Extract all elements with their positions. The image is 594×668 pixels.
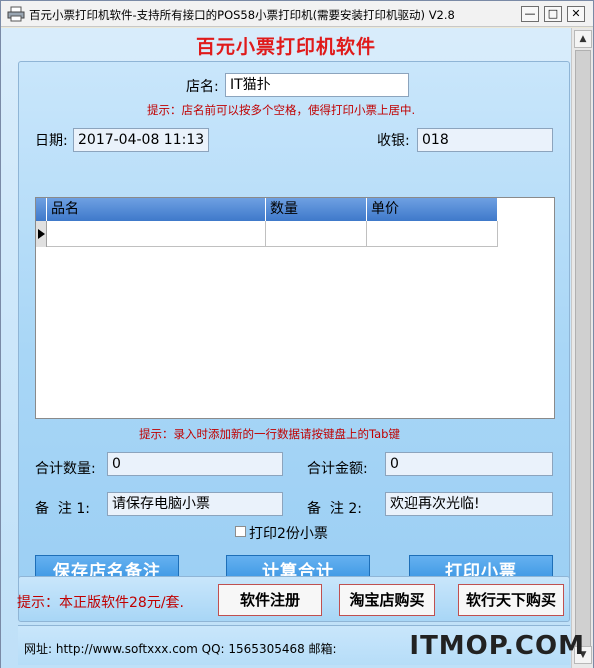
note2-label: 备 注 2:	[307, 501, 362, 517]
row-indicator	[36, 221, 47, 247]
store-name-hint: 提示：店名前可以按多个空格，使得打印小票上居中.	[147, 103, 416, 117]
note1-label: 备 注 1:	[35, 501, 90, 517]
footer-text: 网址: http://www.softxxx.com QQ: 156530546…	[24, 642, 337, 656]
window-title: 百元小票打印机软件-支持所有接口的POS58小票打印机(需要安装打印机驱动) V…	[29, 8, 455, 22]
date-label: 日期:	[35, 133, 68, 149]
store-name-label: 店名:	[186, 79, 219, 95]
items-grid[interactable]: 品名 数量 单价	[35, 197, 555, 419]
bottom-panel: 提示：本正版软件28元/套. 软件注册 淘宝店购买 软行天下购买	[17, 576, 570, 622]
note2-field[interactable]: 欢迎再次光临!	[385, 492, 553, 516]
grid-corner	[36, 198, 47, 221]
print-two-copies-checkbox[interactable]	[235, 526, 246, 537]
scroll-thumb[interactable]	[575, 50, 591, 660]
printer-icon	[7, 6, 25, 22]
note1-field[interactable]: 请保存电脑小票	[107, 492, 283, 516]
row-pointer-icon	[38, 229, 45, 239]
col-header-name[interactable]: 品名	[47, 198, 266, 221]
entry-hint: 提示：录入时添加新的一行数据请按键盘上的Tab键	[139, 427, 400, 441]
total-qty-label: 合计数量:	[35, 461, 96, 477]
cashier-field[interactable]: 018	[417, 128, 553, 152]
grid-header: 品名 数量 单价	[36, 198, 498, 221]
print-two-copies-label: 打印2份小票	[249, 526, 328, 542]
taobao-buy-button[interactable]: 淘宝店购买	[339, 584, 435, 616]
close-button[interactable]: ✕	[567, 6, 585, 22]
app-window: 百元小票打印机软件-支持所有接口的POS58小票打印机(需要安装打印机驱动) V…	[0, 0, 594, 668]
minimize-button[interactable]: —	[521, 6, 539, 22]
cell-price[interactable]	[367, 221, 498, 247]
main-panel: 店名: IT猫扑 提示：店名前可以按多个空格，使得打印小票上居中. 日期: 20…	[18, 61, 570, 595]
watermark-text: ITMOP.COM	[409, 631, 585, 661]
cashier-label: 收银:	[377, 133, 410, 149]
scroll-up-icon[interactable]: ▲	[574, 30, 592, 48]
col-header-price[interactable]: 单价	[367, 198, 498, 221]
total-amount-label: 合计金额:	[307, 461, 368, 477]
watermark-logo: ITMOP.COM	[409, 631, 585, 661]
col-header-qty[interactable]: 数量	[266, 198, 367, 221]
cell-name[interactable]	[47, 221, 266, 247]
vertical-scrollbar[interactable]: ▲ ▼	[571, 28, 593, 668]
cell-qty[interactable]	[266, 221, 367, 247]
date-field[interactable]: 2017-04-08 11:13	[73, 128, 209, 152]
maximize-button[interactable]: □	[544, 6, 562, 22]
store-name-input[interactable]: IT猫扑	[225, 73, 409, 97]
client-area: 百元小票打印机软件 店名: IT猫扑 提示：店名前可以按多个空格，使得打印小票上…	[1, 28, 571, 668]
price-notice: 提示：本正版软件28元/套.	[17, 595, 184, 611]
register-button[interactable]: 软件注册	[218, 584, 322, 616]
title-bar[interactable]: 百元小票打印机软件-支持所有接口的POS58小票打印机(需要安装打印机驱动) V…	[1, 1, 593, 27]
app-heading: 百元小票打印机软件	[195, 36, 376, 58]
total-qty-field[interactable]: 0	[107, 452, 283, 476]
total-amount-field[interactable]: 0	[385, 452, 553, 476]
ruanxing-buy-button[interactable]: 软行天下购买	[458, 584, 564, 616]
table-row[interactable]	[36, 221, 498, 247]
